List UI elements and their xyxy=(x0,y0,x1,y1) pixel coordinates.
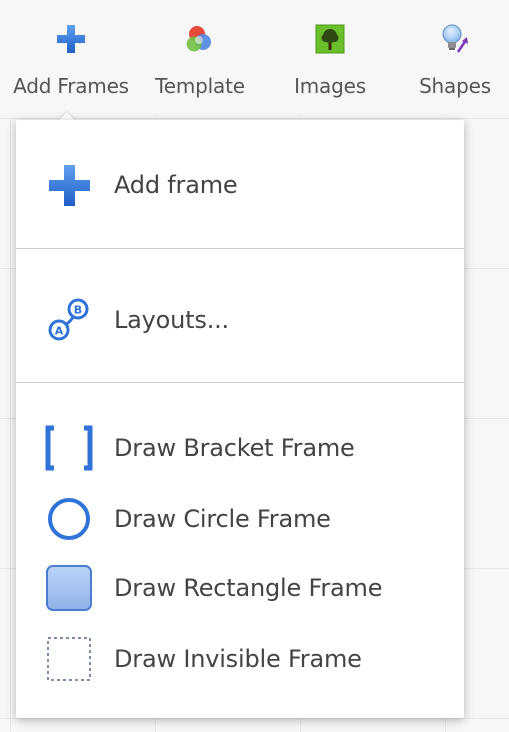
menu-item-draw-bracket-frame[interactable]: Draw Bracket Frame xyxy=(16,418,464,478)
plus-icon xyxy=(49,165,90,206)
toolbar-label-template: Template xyxy=(155,74,245,98)
menu-divider xyxy=(16,382,464,383)
toolbar-label-add-frames: Add Frames xyxy=(13,74,129,98)
images-button[interactable]: Images xyxy=(285,22,375,112)
svg-text:A: A xyxy=(55,325,64,338)
menu-item-draw-rectangle-frame[interactable]: Draw Rectangle Frame xyxy=(16,558,464,618)
menu-item-label: Draw Invisible Frame xyxy=(114,645,362,673)
svg-text:B: B xyxy=(74,304,82,317)
menu-item-add-frame[interactable]: Add frame xyxy=(16,155,464,215)
add-frames-button[interactable]: Add Frames xyxy=(10,22,132,112)
menu-item-draw-invisible-frame[interactable]: Draw Invisible Frame xyxy=(16,629,464,689)
shapes-button[interactable]: Shapes xyxy=(412,22,498,112)
invisible-frame-icon xyxy=(47,637,91,681)
menu-item-draw-circle-frame[interactable]: Draw Circle Frame xyxy=(16,489,464,549)
menu-item-layouts[interactable]: A B Layouts... xyxy=(16,290,464,350)
menu-divider xyxy=(16,248,464,249)
menu-item-label: Layouts... xyxy=(114,306,229,334)
layouts-ab-icon: A B xyxy=(48,298,89,341)
toolbar-label-shapes: Shapes xyxy=(419,74,491,98)
menu-item-label: Add frame xyxy=(114,171,238,199)
menu-item-label: Draw Circle Frame xyxy=(114,505,331,533)
circle-frame-icon xyxy=(48,498,90,540)
bracket-frame-icon xyxy=(45,425,93,471)
menu-item-label: Draw Rectangle Frame xyxy=(114,574,383,602)
rectangle-frame-icon xyxy=(46,565,92,611)
toolbar: Add Frames Template Images Shapes xyxy=(0,0,509,118)
toolbar-label-images: Images xyxy=(294,74,366,98)
template-button[interactable]: Template xyxy=(150,22,250,112)
add-frames-dropdown-menu: Add frame A B Layouts... Draw Bracket Fr… xyxy=(16,120,464,718)
menu-item-label: Draw Bracket Frame xyxy=(114,434,355,462)
lightbulb-shapes-icon xyxy=(442,24,468,53)
color-circles-icon xyxy=(186,26,211,52)
plus-icon xyxy=(57,25,85,53)
tree-image-icon xyxy=(315,24,345,54)
